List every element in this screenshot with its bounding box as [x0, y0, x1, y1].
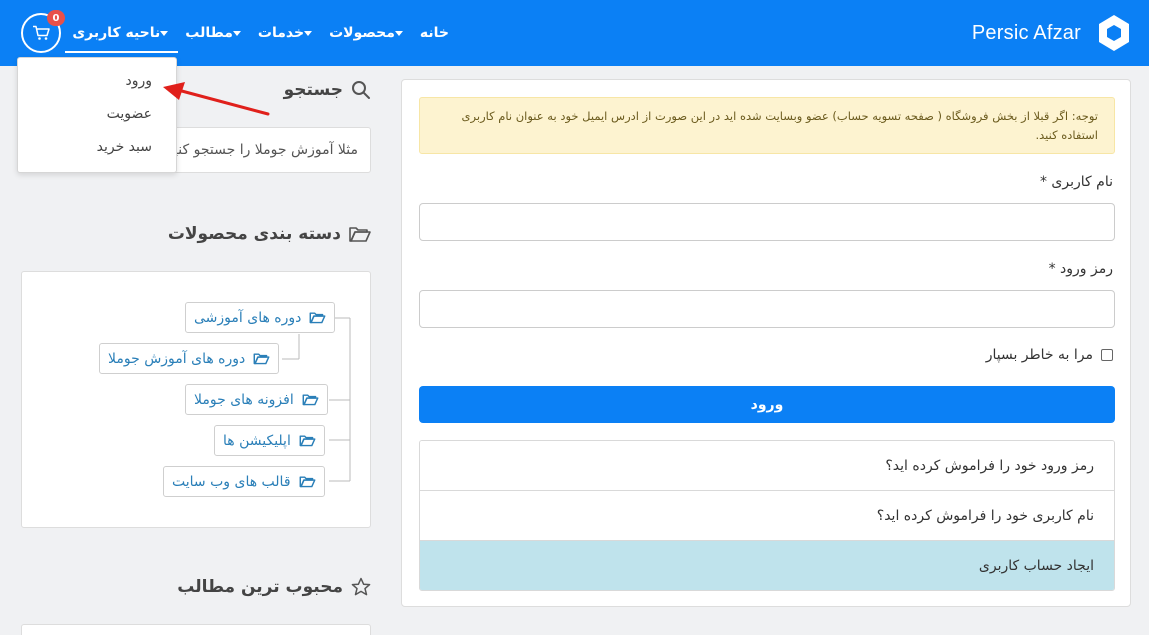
login-card: توجه: اگر قبلا از بخش فروشگاه ( صفحه تسو… [401, 79, 1131, 607]
search-heading: جستجو [284, 80, 371, 100]
username-label: نام کاربری * [1039, 174, 1113, 190]
cart-icon [33, 25, 50, 40]
folder-open-icon [302, 393, 319, 406]
brand-logo-icon [1099, 15, 1129, 51]
search-placeholder: مثلا آموزش جوملا را جستجو کنید [166, 142, 358, 158]
account-links: رمز ورود خود را فراموش کرده اید؟ نام کار… [419, 440, 1115, 591]
caret-down-icon [304, 30, 313, 36]
remember-checkbox[interactable] [1101, 349, 1113, 361]
popular-card [21, 624, 371, 635]
nav-services[interactable]: خدمات [251, 0, 322, 66]
nav-articles[interactable]: مطالب [178, 0, 251, 66]
brand-name[interactable]: Persic Afzar [972, 22, 1081, 45]
annotation-arrow-icon [163, 82, 270, 116]
search-icon [351, 80, 371, 100]
nav-products-label[interactable]: محصولات [329, 25, 395, 41]
caret-down-icon [394, 30, 403, 36]
categories-heading: دسته بندی محصولات [168, 224, 371, 244]
category-label[interactable]: دوره های آموزش جوملا [108, 351, 245, 367]
category-item[interactable]: دوره های آموزشی [185, 302, 336, 333]
category-label[interactable]: اپلیکیشن ها [223, 433, 291, 449]
folder-open-icon [299, 475, 316, 488]
categories-card: دوره های آموزشی دوره های آموزش جوملا افز… [21, 271, 371, 528]
folder-open-icon [349, 225, 371, 243]
search-title: جستجو [283, 80, 343, 100]
dropdown-item-register[interactable]: عضویت [18, 103, 176, 136]
category-item[interactable]: افزونه های جوملا [185, 384, 328, 415]
folder-open-icon [309, 311, 326, 324]
folder-open-icon [253, 352, 270, 365]
nav-home-label[interactable]: خانه [420, 25, 449, 41]
login-button[interactable]: ورود [419, 386, 1115, 423]
nav-articles-label[interactable]: مطالب [185, 25, 233, 41]
forgot-username-link[interactable]: نام کاربری خود را فراموش کرده اید؟ [420, 491, 1114, 541]
forgot-password-link[interactable]: رمز ورود خود را فراموش کرده اید؟ [420, 441, 1114, 491]
caret-down-icon [232, 30, 241, 36]
category-label[interactable]: دوره های آموزشی [194, 310, 301, 326]
star-icon [351, 577, 371, 597]
notice-alert: توجه: اگر قبلا از بخش فروشگاه ( صفحه تسو… [419, 97, 1115, 154]
password-label: رمز ورود * [1048, 261, 1113, 277]
caret-down-icon [160, 30, 169, 36]
category-label[interactable]: قالب های وب سایت [172, 474, 291, 490]
nav-services-label[interactable]: خدمات [258, 25, 304, 41]
password-field[interactable] [419, 290, 1115, 328]
remember-me[interactable]: مرا به خاطر بسپار [986, 347, 1113, 363]
category-item[interactable]: دوره های آموزش جوملا [99, 343, 280, 374]
nav-home[interactable]: خانه [413, 0, 456, 66]
category-item[interactable]: قالب های وب سایت [163, 466, 325, 497]
popular-title: محبوب ترین مطالب [177, 577, 343, 597]
category-item[interactable]: اپلیکیشن ها [214, 425, 325, 456]
nav-products[interactable]: محصولات [322, 0, 413, 66]
username-field[interactable] [419, 203, 1115, 241]
remember-label[interactable]: مرا به خاطر بسپار [986, 347, 1093, 363]
dropdown-item-cart[interactable]: سبد خرید [18, 136, 176, 169]
brand[interactable]: Persic Afzar [972, 14, 1131, 52]
dropdown-item-login[interactable]: ورود [18, 70, 176, 103]
cart-count-badge: 0 [47, 10, 65, 26]
category-label[interactable]: افزونه های جوملا [194, 392, 294, 408]
categories-title: دسته بندی محصولات [167, 224, 341, 244]
nav-user-area-label[interactable]: ناحیه کاربری [72, 25, 160, 41]
user-area-dropdown: ورود عضویت سبد خرید [17, 57, 177, 173]
create-account-link[interactable]: ایجاد حساب کاربری [420, 541, 1114, 590]
popular-heading: محبوب ترین مطالب [177, 577, 371, 597]
folder-open-icon [299, 434, 316, 447]
